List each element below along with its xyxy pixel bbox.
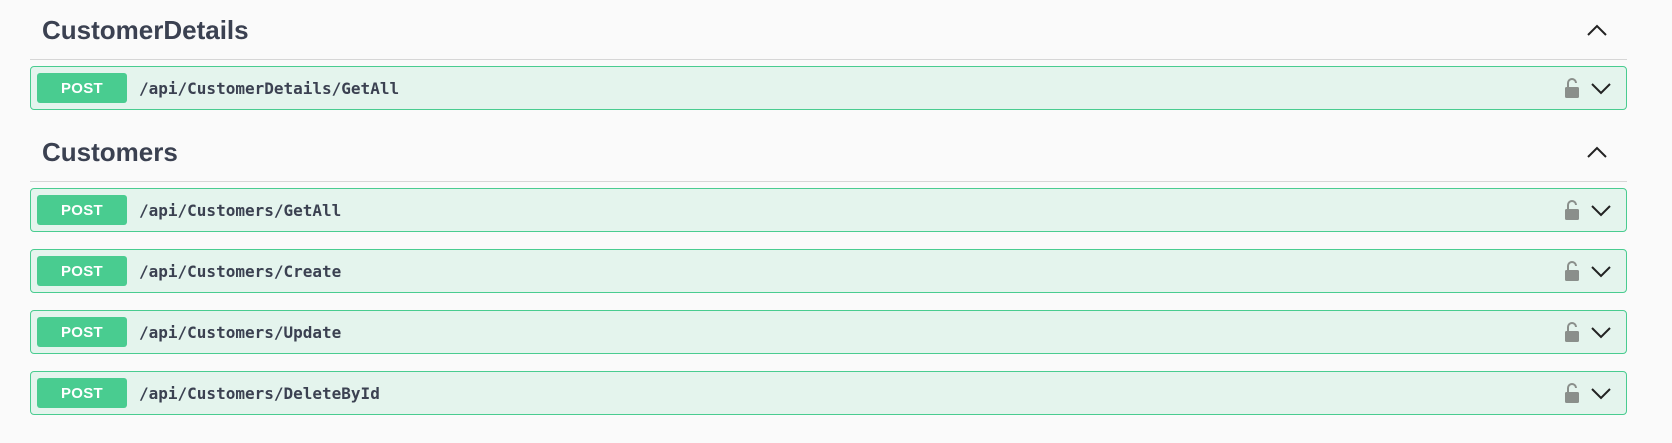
method-badge: POST xyxy=(37,256,127,286)
chevron-up-icon[interactable] xyxy=(1585,18,1609,42)
operation-path: /api/CustomerDetails/GetAll xyxy=(139,78,400,98)
section-title: CustomerDetails xyxy=(42,15,249,45)
operation-path: /api/Customers/DeleteById xyxy=(139,383,380,403)
swagger-operations-page: CustomerDetails POST /api/CustomerDetail… xyxy=(0,0,1672,443)
operation-post-customers-deletebyid[interactable]: POST /api/Customers/DeleteById xyxy=(30,371,1627,415)
operation-post-customers-create[interactable]: POST /api/Customers/Create xyxy=(30,249,1627,293)
method-badge: POST xyxy=(37,317,127,347)
chevron-down-icon[interactable] xyxy=(1588,320,1614,344)
method-badge: POST xyxy=(37,378,127,408)
section-header-customerdetails[interactable]: CustomerDetails xyxy=(30,0,1627,60)
unlocked-padlock-icon[interactable] xyxy=(1562,198,1582,222)
chevron-down-icon[interactable] xyxy=(1588,198,1614,222)
section-title: Customers xyxy=(42,137,178,167)
operation-post-customers-getall[interactable]: POST /api/Customers/GetAll xyxy=(30,188,1627,232)
section-customers: Customers POST /api/Customers/GetAll POS… xyxy=(30,122,1627,415)
operation-path: /api/Customers/Create xyxy=(139,261,342,281)
section-customerdetails: CustomerDetails POST /api/CustomerDetail… xyxy=(30,0,1627,110)
chevron-down-icon[interactable] xyxy=(1588,381,1614,405)
unlocked-padlock-icon[interactable] xyxy=(1562,259,1582,283)
operation-post-customers-update[interactable]: POST /api/Customers/Update xyxy=(30,310,1627,354)
unlocked-padlock-icon[interactable] xyxy=(1562,320,1582,344)
chevron-down-icon[interactable] xyxy=(1588,259,1614,283)
method-badge: POST xyxy=(37,195,127,225)
section-header-customers[interactable]: Customers xyxy=(30,122,1627,182)
operation-post-customerdetails-getall[interactable]: POST /api/CustomerDetails/GetAll xyxy=(30,66,1627,110)
operation-path: /api/Customers/GetAll xyxy=(139,200,342,220)
operation-path: /api/Customers/Update xyxy=(139,322,342,342)
unlocked-padlock-icon[interactable] xyxy=(1562,76,1582,100)
chevron-up-icon[interactable] xyxy=(1585,140,1609,164)
unlocked-padlock-icon[interactable] xyxy=(1562,381,1582,405)
method-badge: POST xyxy=(37,73,127,103)
chevron-down-icon[interactable] xyxy=(1588,76,1614,100)
